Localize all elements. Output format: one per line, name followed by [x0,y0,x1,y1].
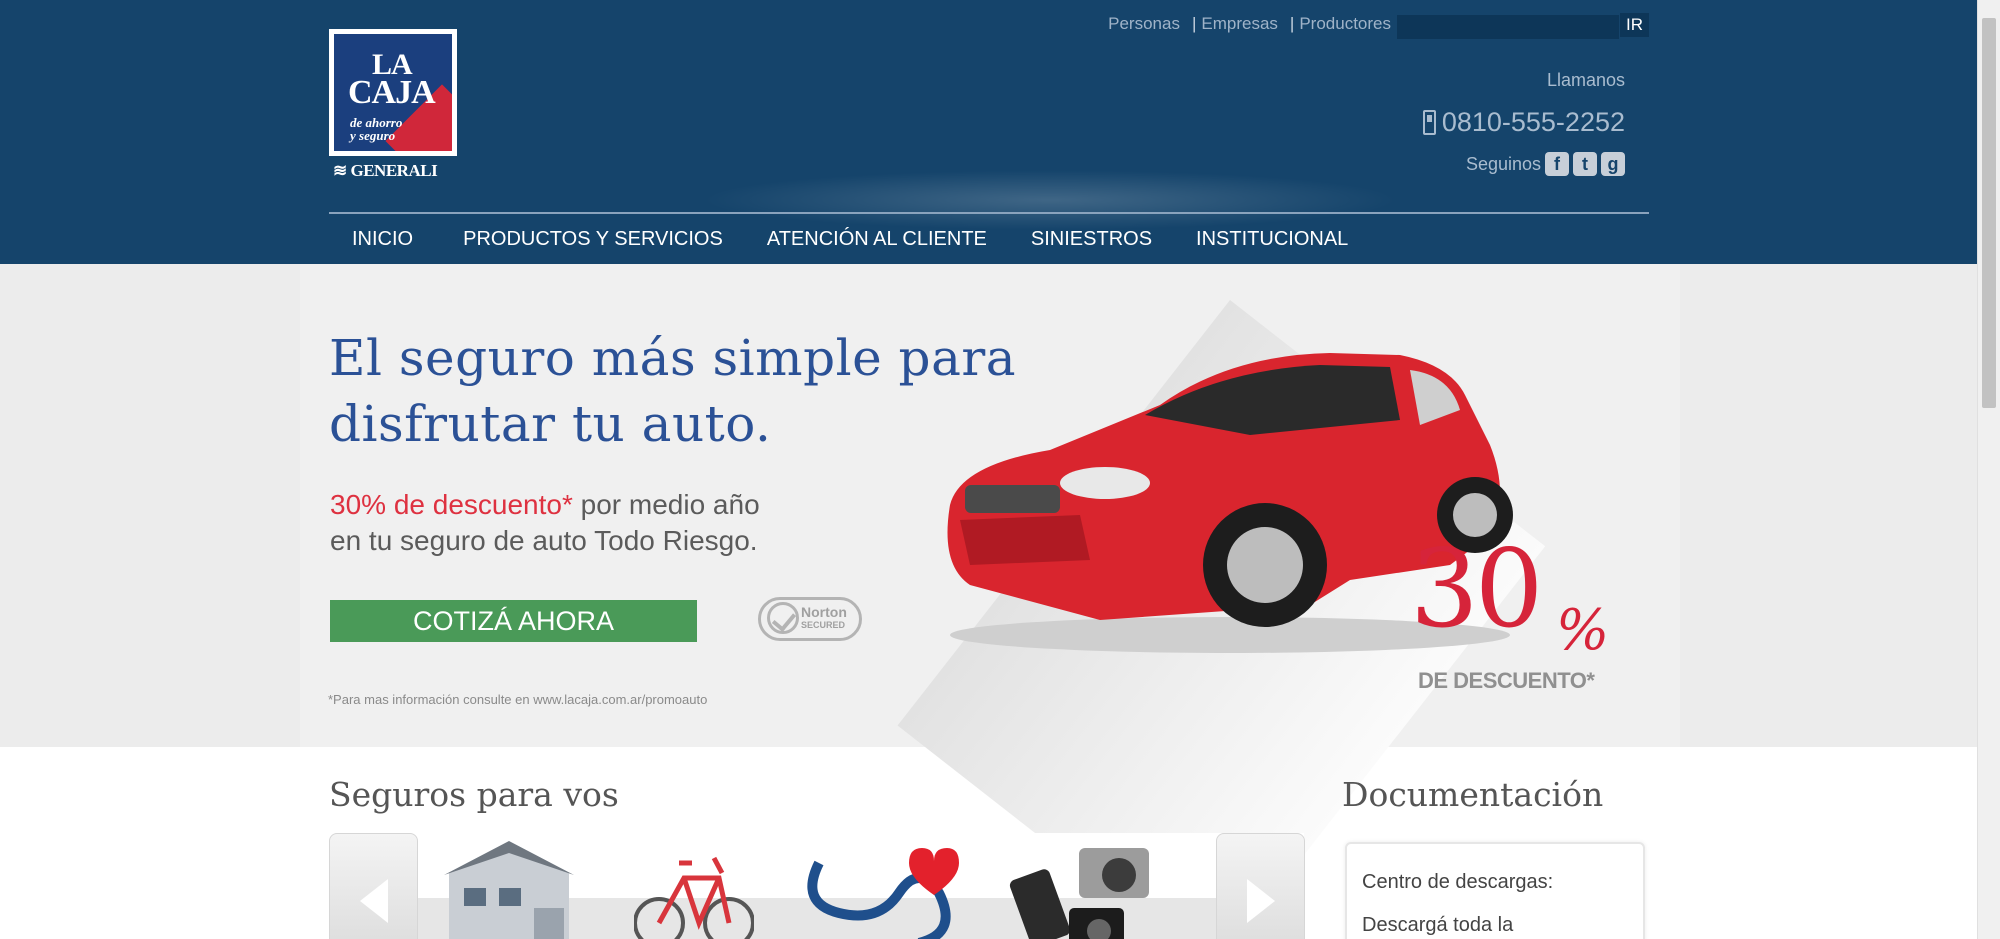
discount-label: DE DESCUENTO* [1418,668,1595,693]
seguros-section-title: Seguros para vos [329,775,619,814]
link-empresas[interactable]: Empresas [1201,14,1278,34]
logo-sub-line-2: y seguro [350,128,396,143]
subline-line-1: 30% de descuento* por medio año [330,487,760,523]
follow-us-label: Seguinos [1465,153,1541,174]
car-grille [965,485,1060,513]
discount-percentage: 30 [1410,527,1543,652]
link-separator: | [1289,14,1295,33]
cotiza-ahora-button[interactable]: COTIZÁ AHORA [330,600,697,642]
bicycle-icon[interactable] [634,833,754,939]
call-us-label: Llamanos [1546,70,1625,90]
main-nav: INICIO PRODUCTOS Y SERVICIOS ATENCIÓN AL… [329,214,1370,264]
headline-line-2: disfrutar tu auto. [329,395,772,453]
search-go-button[interactable]: IR [1620,13,1649,37]
site-header: LA CAJA de ahorro y seguro ≋ GENERALI Pe… [0,0,1977,264]
generali-logo: ≋ GENERALI [333,161,438,181]
banner-footnote: *Para mas información consulte en www.la… [328,692,708,707]
link-productores[interactable]: Productores [1299,14,1391,34]
la-caja-logo[interactable]: LA CAJA de ahorro y seguro ≋ GENERALI [329,29,457,181]
nav-institucional[interactable]: INSTITUCIONAL [1174,228,1370,251]
link-separator: | [1191,14,1197,33]
electronics-icon[interactable] [1009,833,1159,939]
link-personas[interactable]: Personas [1108,14,1180,34]
page: LA CAJA de ahorro y seguro ≋ GENERALI Pe… [0,0,2000,939]
generali-text: GENERALI [350,161,438,180]
carousel-next-button[interactable] [1216,833,1305,939]
subline-rest: por medio año [572,489,760,520]
mobile-phone-icon [1422,110,1436,135]
banner-subline: 30% de descuento* por medio año en tu se… [330,487,760,559]
subline-line-2: en tu seguro de auto Todo Riesgo. [330,525,758,556]
twitter-icon[interactable]: t [1573,152,1597,176]
nav-productos-y-servicios[interactable]: PRODUCTOS Y SERVICIOS [435,228,745,251]
discount-highlight: 30% de descuento* [330,489,573,520]
generali-lion-icon: ≋ [333,161,351,180]
logo-subtitle: de ahorro y seguro [350,116,402,142]
car-bumper [960,515,1090,565]
car-front-rim [1227,527,1303,603]
search-input[interactable] [1397,15,1619,39]
norton-text: Norton [801,604,847,620]
norton-secured-text: SECURED [801,620,846,630]
carousel-prev-button[interactable] [329,833,418,939]
banner-headline: El seguro más simple para disfrutar tu a… [329,325,1016,457]
headline-line-1: El seguro más simple para [329,329,1017,387]
doc-description: Descargá toda la [1362,914,1514,936]
arrow-left-icon [360,879,388,923]
phone-number-text: 0810-555-2252 [1441,107,1625,137]
arrow-right-icon [1247,879,1275,923]
phone-number[interactable]: 0810-555-2252 [1422,107,1625,138]
google-plus-icon[interactable]: g [1601,152,1625,176]
logo-frame: LA CAJA de ahorro y seguro [329,29,457,156]
follow-us: Seguinos f t g [1466,152,1625,176]
documentacion-section-title: Documentación [1342,775,1604,814]
doc-downloads-center[interactable]: Centro de descargas: [1362,871,1553,894]
car-headlight [1060,467,1150,499]
scrollbar-thumb[interactable] [1982,18,1996,408]
nav-inicio[interactable]: INICIO [329,228,435,251]
checkmark-icon [767,602,799,634]
facebook-icon[interactable]: f [1545,152,1569,176]
stethoscope-heart-icon[interactable] [799,833,979,939]
norton-secured-badge: Norton SECURED [758,597,862,641]
products-carousel [329,833,1305,939]
logo-inner: LA CAJA de ahorro y seguro [334,34,452,151]
logo-caja-text: CAJA [348,74,436,111]
vertical-scrollbar[interactable] [1977,0,2000,939]
audience-links: Personas | Empresas | Productores [1108,14,1391,34]
documentacion-box: Centro de descargas: Descargá toda la [1345,842,1645,939]
nav-atencion-al-cliente[interactable]: ATENCIÓN AL CLIENTE [745,228,1009,251]
percent-sign: % [1556,598,1610,663]
nav-siniestros[interactable]: SINIESTROS [1009,228,1174,251]
house-icon[interactable] [429,833,589,939]
